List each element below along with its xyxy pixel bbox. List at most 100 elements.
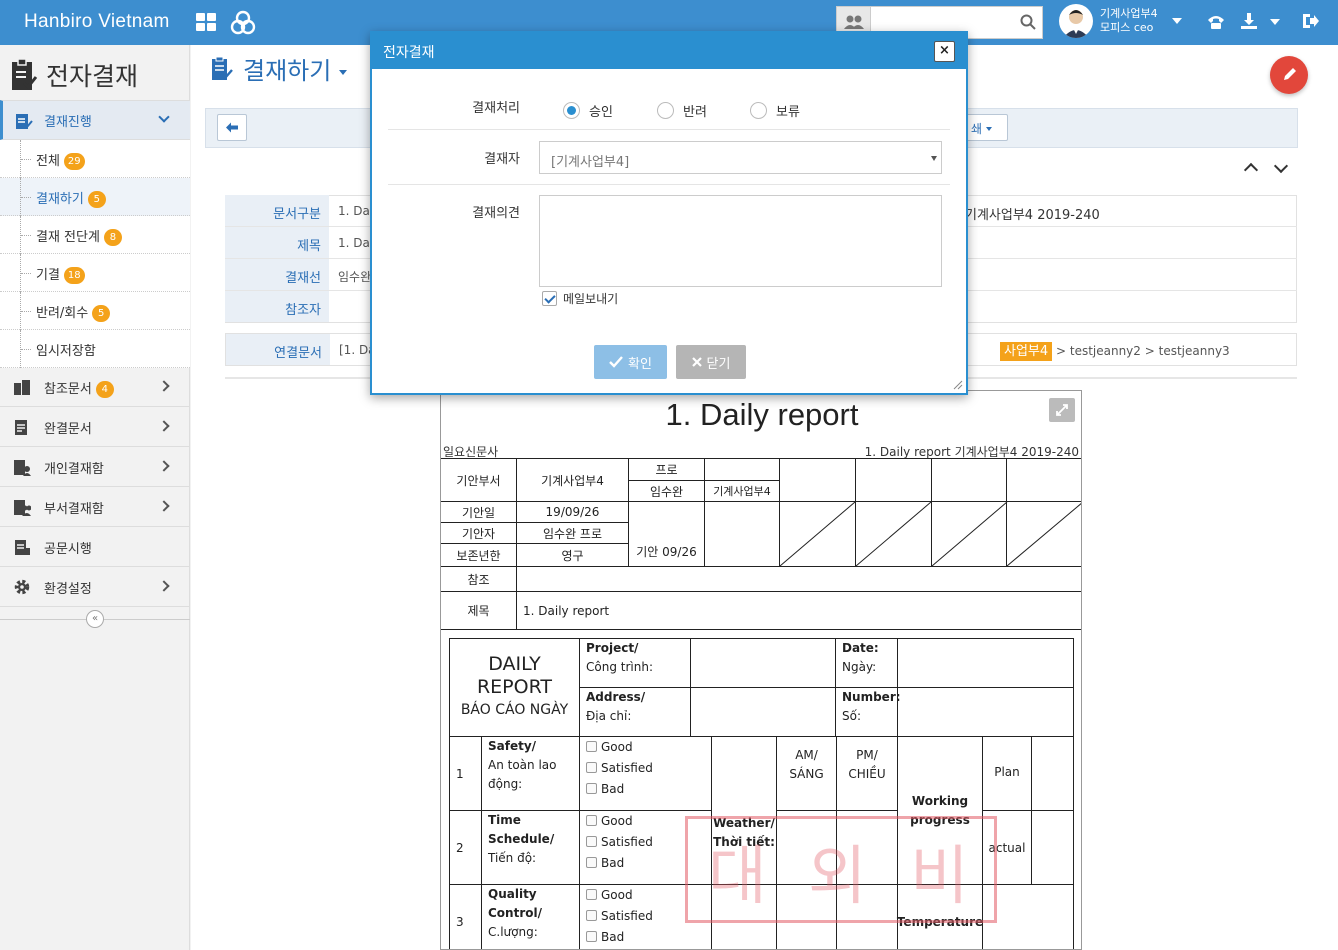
count-badge: 18 xyxy=(63,267,85,284)
approval-progress-icon xyxy=(16,114,33,129)
sidebar-item-rejected[interactable]: 반려/회수 5 xyxy=(0,292,190,330)
back-button[interactable] xyxy=(217,114,247,141)
report-title-line: DAILY xyxy=(488,653,541,675)
radio-hold[interactable]: 보류 xyxy=(750,101,800,120)
sidebar-item-label: 임시저장함 xyxy=(36,344,96,359)
item-name-line: Tiến độ: xyxy=(488,851,537,865)
sidebar-menu-reference[interactable]: 참조문서 4 xyxy=(0,367,190,407)
checkbox[interactable] xyxy=(586,931,597,942)
rating-satisfied[interactable]: Satisfied xyxy=(586,758,653,779)
rating-good[interactable]: Good xyxy=(586,811,633,832)
checkbox[interactable] xyxy=(542,291,557,306)
close-button[interactable]: 닫기 xyxy=(676,345,746,379)
dialog-close-button[interactable]: × xyxy=(934,41,955,62)
working-label-line: Working xyxy=(911,793,969,808)
sidebar-item-label: 반려/회수 xyxy=(36,306,89,321)
project-label: Project/Công trình: xyxy=(579,638,691,688)
radio-reject[interactable]: 반려 xyxy=(657,101,707,120)
item-number: 1 xyxy=(449,736,482,811)
logout-icon[interactable] xyxy=(1301,12,1319,30)
brand-name[interactable]: Hanbiro Vietnam xyxy=(24,11,170,33)
radio-label: 승인 xyxy=(589,105,613,120)
compose-button[interactable] xyxy=(1270,56,1308,94)
checkbox[interactable] xyxy=(586,857,597,868)
phone-icon[interactable] xyxy=(1206,12,1226,32)
sidebar-menu-completed[interactable]: 완결문서 xyxy=(0,407,190,447)
sidebar-menu-official[interactable]: 공문시행 xyxy=(0,527,190,567)
info-value: 1. Da xyxy=(338,204,370,218)
rating-satisfied[interactable]: Satisfied xyxy=(586,832,653,853)
sidebar-item-drafts[interactable]: 임시저장함 xyxy=(0,330,190,368)
title-dropdown-caret-icon[interactable] xyxy=(339,70,348,75)
rating-bad[interactable]: Bad xyxy=(586,927,624,948)
pm-column: PM/CHIỀU xyxy=(836,736,898,811)
report-title-vn: BÁO CÁO NGÀY xyxy=(460,702,569,718)
divider xyxy=(388,184,950,185)
retention-value: 영구 xyxy=(516,543,629,567)
report-title-line: REPORT xyxy=(476,676,553,698)
chevron-down-icon[interactable] xyxy=(1273,158,1289,174)
sidebar-item-to-approve[interactable]: 결재하기 5 xyxy=(0,178,190,216)
hanbiro-logo-icon[interactable] xyxy=(230,10,256,36)
search-icon[interactable] xyxy=(1020,14,1036,30)
checkbox[interactable] xyxy=(586,836,597,847)
checkbox[interactable] xyxy=(586,889,597,900)
sidebar-menu-personal[interactable]: 개인결재함 xyxy=(0,447,190,487)
resize-handle-icon[interactable] xyxy=(953,380,963,390)
rating-good[interactable]: Good xyxy=(586,885,633,906)
pencil-icon xyxy=(1284,68,1296,80)
rating-label: Satisfied xyxy=(601,835,653,849)
confidential-stamp: 대 외 비 xyxy=(685,816,997,923)
apps-grid-icon[interactable] xyxy=(196,13,218,33)
approver-select[interactable]: [기계사업부4] xyxy=(539,141,942,174)
sidebar-section-in-progress[interactable]: 결재진행 xyxy=(0,100,190,140)
stamp-char: 대 xyxy=(708,840,767,914)
sidebar-item-all[interactable]: 전체 29 xyxy=(0,140,190,178)
download-icon[interactable] xyxy=(1240,12,1258,30)
checkbox[interactable] xyxy=(586,910,597,921)
download-caret-icon[interactable] xyxy=(1270,19,1280,25)
info-doc-number: 기계사업부4 2019-240 xyxy=(965,208,1100,223)
chevron-up-icon[interactable] xyxy=(1243,162,1259,178)
radio-approve[interactable]: 승인 xyxy=(563,101,613,120)
checkbox[interactable] xyxy=(586,783,597,794)
avatar[interactable] xyxy=(1059,4,1093,38)
approve-doc-icon xyxy=(212,56,233,80)
item-name-line: động: xyxy=(488,777,523,791)
expand-icon xyxy=(1056,404,1068,416)
approval-cell xyxy=(931,458,1007,502)
rating-satisfied[interactable]: Satisfied xyxy=(586,906,653,927)
check-icon xyxy=(609,356,623,368)
item-name-line: Schedule/ xyxy=(488,832,555,846)
radio-button[interactable] xyxy=(750,102,767,119)
opinion-textarea[interactable] xyxy=(539,195,942,287)
rating-bad[interactable]: Bad xyxy=(586,779,624,800)
chevron-right-icon xyxy=(158,580,170,592)
sidebar-menu-label: 부서결재함 xyxy=(44,502,104,517)
flow-step: testjeanny3 xyxy=(1158,344,1230,358)
confirm-button[interactable]: 확인 xyxy=(594,345,667,379)
address-value xyxy=(690,687,836,737)
confirm-button-label: 확인 xyxy=(628,356,652,372)
send-mail-checkbox[interactable]: 메일보내기 xyxy=(542,290,618,307)
checkbox[interactable] xyxy=(586,762,597,773)
user-info[interactable]: 기계사업부4 모피스 ceo xyxy=(1100,7,1158,35)
sidebar-item-approved[interactable]: 기결 18 xyxy=(0,254,190,292)
gear-icon xyxy=(14,579,30,595)
user-menu-caret-icon[interactable] xyxy=(1172,18,1182,24)
radio-button[interactable] xyxy=(657,102,674,119)
expand-button[interactable] xyxy=(1049,398,1075,422)
sidebar-collapse-button[interactable]: « xyxy=(86,610,104,628)
rating-good[interactable]: Good xyxy=(586,737,633,758)
checkbox[interactable] xyxy=(586,815,597,826)
sidebar-item-pre-stage[interactable]: 결재 전단계 8 xyxy=(0,216,190,254)
sidebar-menu-settings[interactable]: 환경설정 xyxy=(0,567,190,607)
user-dept: 기계사업부4 xyxy=(1100,7,1158,20)
approval-cell xyxy=(855,458,932,502)
radio-button[interactable] xyxy=(563,102,580,119)
checkbox[interactable] xyxy=(586,741,597,752)
approver-label: 결재자 xyxy=(484,152,520,167)
field-label-vn: Địa chỉ: xyxy=(586,709,632,723)
sidebar-menu-department[interactable]: 부서결재함 xyxy=(0,487,190,527)
rating-bad[interactable]: Bad xyxy=(586,853,624,874)
